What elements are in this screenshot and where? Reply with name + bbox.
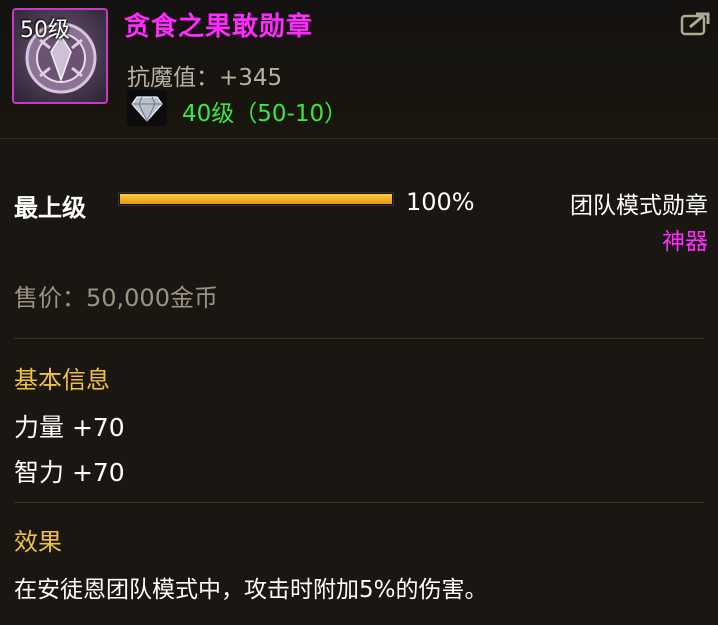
effect-description: 在安徒恩团队模式中，攻击时附加5%的伤害。 [14, 577, 488, 603]
upgrade-progress-fill [120, 194, 392, 204]
divider [14, 338, 704, 339]
item-name: 贪食之果敢勋章 [124, 12, 314, 42]
diamond-icon [131, 96, 163, 123]
share-icon[interactable] [680, 10, 712, 36]
effect-title: 效果 [14, 528, 62, 556]
item-header: 50级 贪食之果敢勋章 抗魔值：+345 40级（50-10） [0, 0, 718, 139]
divider [14, 502, 704, 503]
item-level-badge: 50级 [20, 18, 70, 43]
item-icon-frame[interactable]: 50级 [12, 8, 108, 104]
gem-level-text: 40级（50-10） [182, 101, 348, 127]
upgrade-grade-label: 最上级 [14, 194, 86, 222]
sell-price: 售价：50,000金币 [14, 284, 218, 312]
item-rarity: 神器 [662, 229, 708, 255]
magic-resist-stat: 抗魔值：+345 [127, 65, 283, 91]
attribute-intelligence: 智力 +70 [14, 458, 125, 487]
item-type: 团队模式勋章 [570, 193, 708, 219]
upgrade-progress-value: 100% [406, 188, 475, 216]
basic-info-title: 基本信息 [14, 366, 110, 394]
gem-slot[interactable] [127, 90, 167, 126]
attribute-strength: 力量 +70 [14, 413, 125, 442]
upgrade-progress-bar [118, 192, 394, 206]
